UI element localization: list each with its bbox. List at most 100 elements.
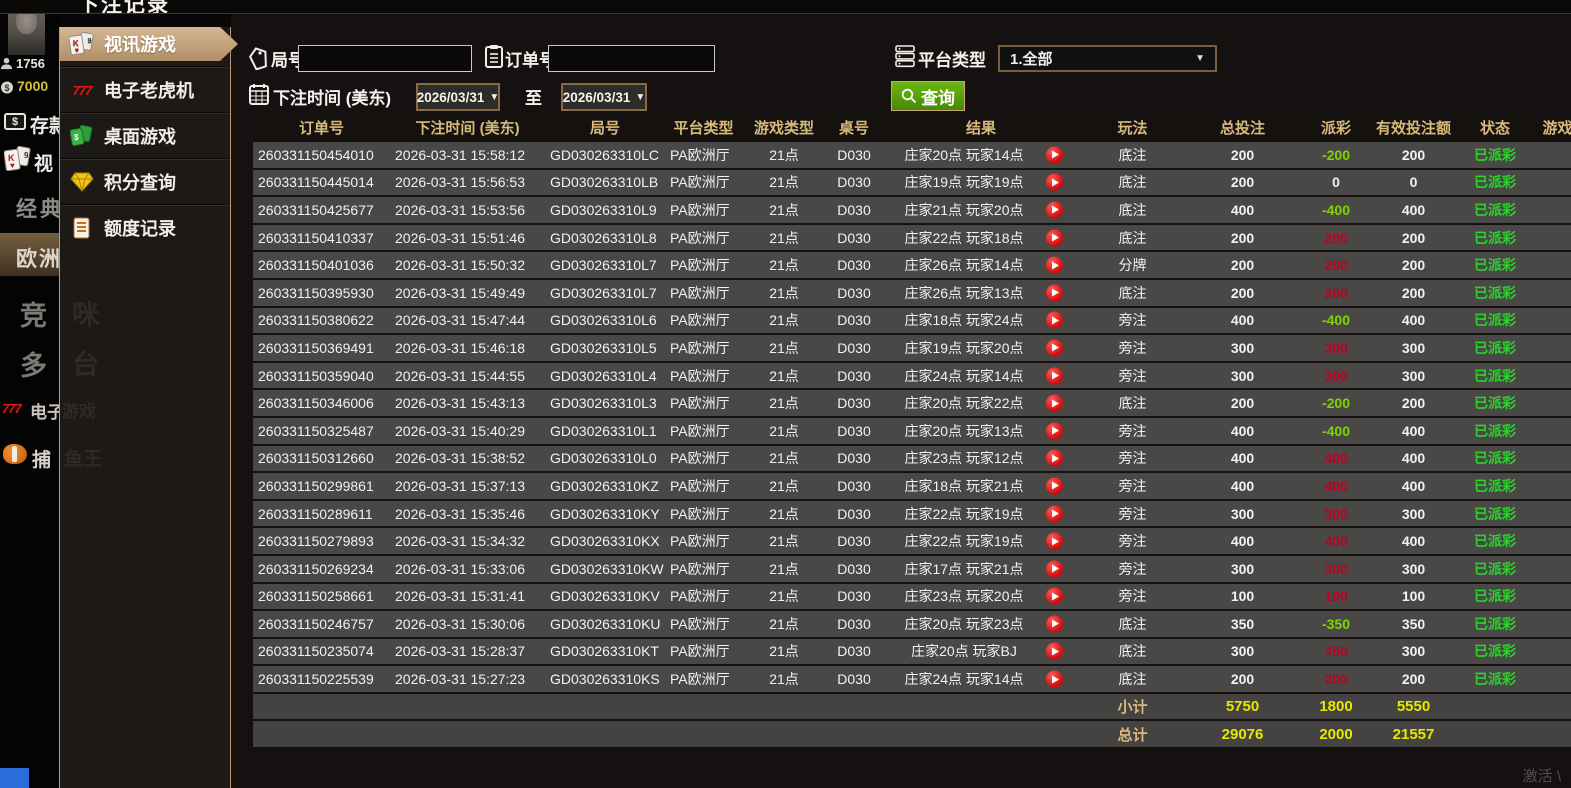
cell-order-no: 260331150395930 bbox=[253, 279, 390, 307]
play-video-button[interactable] bbox=[1046, 505, 1063, 522]
empty-cell bbox=[882, 693, 1080, 721]
cell-game bbox=[1535, 334, 1571, 362]
cell-payout: -200 bbox=[1300, 141, 1372, 169]
platform-list-icon bbox=[895, 44, 915, 68]
table-row: 2603311503460062026-03-31 15:43:13GD0302… bbox=[253, 389, 1571, 417]
jing-nav[interactable]: 竞 bbox=[20, 294, 47, 333]
play-video-button[interactable] bbox=[1046, 422, 1063, 439]
cell-order-no: 260331150380622 bbox=[253, 307, 390, 335]
play-video-button[interactable] bbox=[1046, 174, 1063, 191]
table-row: 2603311503959302026-03-31 15:49:49GD0302… bbox=[253, 279, 1571, 307]
date-from-picker[interactable]: 2026/03/31▼ bbox=[416, 83, 500, 111]
cell-bet-time: 2026-03-31 15:47:44 bbox=[390, 307, 545, 335]
platform-type-dropdown[interactable]: 1.全部 ▼ bbox=[998, 45, 1217, 72]
cell-bet-time: 2026-03-31 15:30:06 bbox=[390, 610, 545, 638]
sidebar-item-5[interactable]: 额度记录 bbox=[60, 211, 231, 245]
cell-platform: PA欧洲厅 bbox=[665, 196, 742, 224]
play-video-button[interactable] bbox=[1046, 588, 1063, 605]
col-header-6: 桌号 bbox=[826, 115, 882, 141]
cell-result: 庄家22点 玩家18点 bbox=[882, 224, 1080, 252]
cell-status: 已派彩 bbox=[1455, 251, 1535, 279]
video-nav-partial[interactable]: 视 bbox=[34, 149, 53, 176]
cell-round-no: GD030263310L6 bbox=[545, 307, 665, 335]
cell-play: 旁注 bbox=[1080, 445, 1185, 473]
cell-game-type: 21点 bbox=[742, 665, 826, 693]
play-video-button[interactable] bbox=[1046, 229, 1063, 246]
cell-total-bet: 300 bbox=[1185, 638, 1300, 666]
cell-game-type: 21点 bbox=[742, 141, 826, 169]
cell-round-no: GD030263310LC bbox=[545, 141, 665, 169]
classic-nav[interactable]: 经典 bbox=[16, 193, 64, 223]
cell-status: 已派彩 bbox=[1455, 445, 1535, 473]
cell-bet-time: 2026-03-31 15:43:13 bbox=[390, 389, 545, 417]
cell-game bbox=[1535, 445, 1571, 473]
cell-play: 旁注 bbox=[1080, 334, 1185, 362]
play-video-button[interactable] bbox=[1046, 257, 1063, 274]
play-video-button[interactable] bbox=[1046, 146, 1063, 163]
order-no-input[interactable] bbox=[548, 45, 715, 72]
play-video-button[interactable] bbox=[1046, 367, 1063, 384]
sidebar-item-4[interactable]: 积分查询 bbox=[60, 165, 231, 199]
cell-result: 庄家20点 玩家23点 bbox=[882, 610, 1080, 638]
play-video-button[interactable] bbox=[1046, 284, 1063, 301]
round-tag-icon bbox=[249, 46, 269, 70]
cell-game-type: 21点 bbox=[742, 279, 826, 307]
cell-platform: PA欧洲厅 bbox=[665, 251, 742, 279]
cell-round-no: GD030263310L5 bbox=[545, 334, 665, 362]
main-content: 局号 订单号 平台类型 1.全部 ▼ 下注时间 (美东) 2026/03/31▼… bbox=[231, 14, 1571, 788]
document-icon bbox=[69, 216, 95, 240]
cell-play: 旁注 bbox=[1080, 472, 1185, 500]
date-to-picker[interactable]: 2026/03/31▼ bbox=[561, 83, 647, 111]
table-row: 2603311503806222026-03-31 15:47:44GD0302… bbox=[253, 307, 1571, 335]
empty-cell bbox=[665, 693, 742, 721]
cell-game bbox=[1535, 307, 1571, 335]
play-video-button[interactable] bbox=[1046, 312, 1063, 329]
sidebar-item-2[interactable]: 777电子老虎机 bbox=[60, 73, 231, 107]
cell-result: 庄家19点 玩家19点 bbox=[882, 169, 1080, 197]
chevron-down-icon: ▼ bbox=[489, 92, 499, 103]
empty-cell bbox=[742, 720, 826, 748]
play-video-button[interactable] bbox=[1046, 643, 1063, 660]
sidebar-item-1[interactable]: 9K♥视讯游戏 bbox=[60, 27, 238, 61]
play-video-button[interactable] bbox=[1046, 671, 1063, 688]
cell-order-no: 260331150425677 bbox=[253, 196, 390, 224]
table-header-row: 订单号下注时间 (美东)局号平台类型游戏类型桌号结果玩法总投注派彩有效投注额状态… bbox=[253, 115, 1571, 141]
play-video-button[interactable] bbox=[1046, 201, 1063, 218]
grand-total-row: 总计29076200021557 bbox=[253, 720, 1571, 748]
slot-777-icon: 777 bbox=[69, 78, 95, 102]
table-row: 2603311502998612026-03-31 15:37:13GD0302… bbox=[253, 472, 1571, 500]
cell-bet-time: 2026-03-31 15:31:41 bbox=[390, 583, 545, 611]
play-video-button[interactable] bbox=[1046, 615, 1063, 632]
fishing-king-nav[interactable]: 捕 bbox=[32, 445, 51, 472]
cell-valid-bet: 400 bbox=[1372, 472, 1455, 500]
bet-records-table: 订单号下注时间 (美东)局号平台类型游戏类型桌号结果玩法总投注派彩有效投注额状态… bbox=[253, 115, 1571, 749]
cell-order-no: 260331150269234 bbox=[253, 555, 390, 583]
cell-game-type: 21点 bbox=[742, 500, 826, 528]
cell-game-type: 21点 bbox=[742, 307, 826, 335]
sidebar-item-3[interactable]: $桌面游戏 bbox=[60, 119, 231, 153]
cell-table-no: D030 bbox=[826, 251, 882, 279]
cell-bet-time: 2026-03-31 15:46:18 bbox=[390, 334, 545, 362]
empty-cell bbox=[253, 720, 390, 748]
play-video-button[interactable] bbox=[1046, 395, 1063, 412]
europe-nav[interactable]: 欧洲 bbox=[16, 243, 62, 273]
round-no-input[interactable] bbox=[298, 45, 472, 72]
cell-round-no: GD030263310KU bbox=[545, 610, 665, 638]
play-video-button[interactable] bbox=[1046, 339, 1063, 356]
cell-table-no: D030 bbox=[826, 610, 882, 638]
cell-status: 已派彩 bbox=[1455, 610, 1535, 638]
cell-total-bet: 400 bbox=[1185, 307, 1300, 335]
svg-text:9: 9 bbox=[88, 36, 92, 45]
play-video-button[interactable] bbox=[1046, 477, 1063, 494]
cell-platform: PA欧洲厅 bbox=[665, 472, 742, 500]
duo-nav[interactable]: 多 bbox=[20, 344, 47, 383]
play-video-button[interactable] bbox=[1046, 450, 1063, 467]
taskbar-blue-chip[interactable] bbox=[0, 768, 29, 788]
cell-round-no: GD030263310L3 bbox=[545, 389, 665, 417]
play-video-button[interactable] bbox=[1046, 533, 1063, 550]
play-video-button[interactable] bbox=[1046, 560, 1063, 577]
cell-valid-bet: 400 bbox=[1372, 527, 1455, 555]
search-button[interactable]: 查询 bbox=[891, 81, 965, 111]
cell-play: 旁注 bbox=[1080, 362, 1185, 390]
cell-status: 已派彩 bbox=[1455, 224, 1535, 252]
